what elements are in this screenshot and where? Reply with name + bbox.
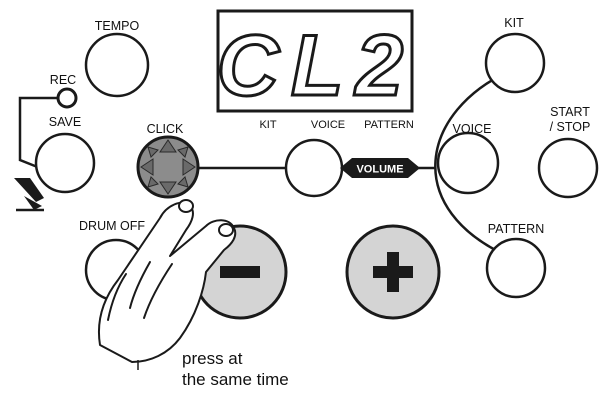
save-label: SAVE — [49, 115, 81, 129]
start-stop-label-line2: / STOP — [550, 120, 591, 134]
led-display: CL2 — [215, 9, 415, 116]
display-label-kit: KIT — [259, 119, 276, 131]
instruction-line1: press at — [182, 349, 243, 368]
tempo-label: TEMPO — [95, 19, 140, 33]
start-stop-button[interactable] — [537, 137, 599, 199]
display-label-pattern: PATTERN — [364, 119, 414, 131]
led-readout: CL2 — [217, 18, 415, 114]
panel-svg: CL2 KIT VOICE PATTERN TEMPO REC SAVE CLI… — [14, 9, 599, 389]
instruction-line2: the same time — [182, 370, 289, 389]
volume-badge: VOLUME — [340, 158, 420, 178]
drum-off-label: DRUM OFF — [79, 219, 145, 233]
voice-label: VOICE — [453, 122, 492, 136]
pattern-button[interactable] — [485, 237, 547, 299]
rec-label: REC — [50, 73, 76, 87]
pattern-label: PATTERN — [488, 222, 544, 236]
kit-button[interactable] — [484, 32, 546, 94]
kit-label: KIT — [504, 16, 524, 30]
control-panel-diagram: CL2 KIT VOICE PATTERN TEMPO REC SAVE CLI… — [0, 0, 608, 392]
start-stop-label-line1: START — [550, 105, 590, 119]
voice-volume-button[interactable] — [284, 138, 344, 198]
display-label-voice: VOICE — [311, 119, 345, 131]
rec-button[interactable] — [56, 87, 78, 109]
save-button[interactable] — [34, 132, 96, 194]
volume-label: VOLUME — [356, 164, 403, 176]
click-label: CLICK — [147, 122, 184, 136]
pen-icon — [14, 178, 44, 212]
tempo-button[interactable] — [84, 32, 150, 98]
voice-button[interactable] — [436, 131, 500, 195]
minus-icon — [220, 266, 260, 278]
